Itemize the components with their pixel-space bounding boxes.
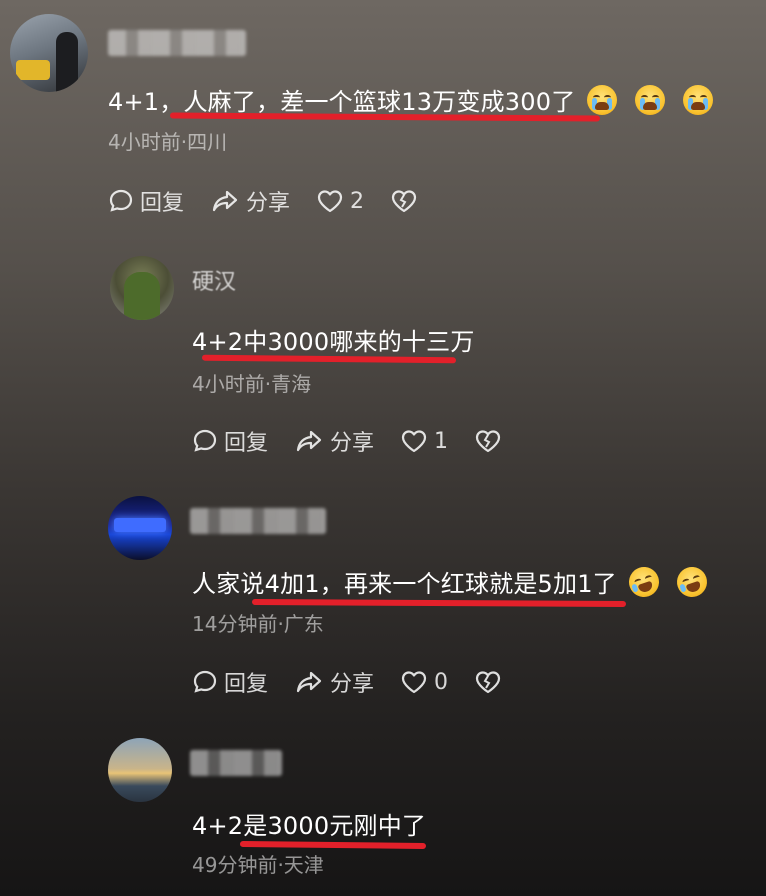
reply-button[interactable]: 回复 (192, 425, 268, 457)
like-button[interactable]: 0 (400, 669, 448, 695)
comment-meta: 4小时前·青海 (192, 372, 312, 396)
comment-text: 人家说4加1，再来一个红球就是5加1了 (192, 563, 711, 601)
like-count: 2 (350, 188, 365, 214)
username-blurred[interactable]: 硬汉 (192, 268, 248, 295)
avatar[interactable] (10, 14, 88, 92)
avatar-person (56, 32, 78, 92)
crying-emoji-icon (635, 85, 666, 115)
share-button[interactable]: 分享 (294, 666, 374, 698)
share-arrow-icon (212, 190, 238, 212)
broken-heart-icon (475, 430, 501, 453)
share-arrow-icon (296, 671, 322, 693)
heart-icon (317, 190, 343, 213)
reply-button[interactable]: 回复 (108, 185, 184, 217)
like-button[interactable]: 2 (316, 188, 364, 214)
comment-actions: 回复 分享 0 (192, 667, 534, 697)
red-underline (251, 599, 627, 607)
like-count: 1 (434, 428, 449, 454)
dislike-button[interactable] (474, 669, 508, 695)
crying-emoji-icon (683, 85, 714, 115)
red-underline (239, 841, 427, 849)
avatar[interactable] (108, 738, 172, 802)
share-button[interactable]: 分享 (210, 185, 290, 217)
reply-button[interactable]: 回复 (192, 666, 268, 698)
comment-actions: 回复 分享 1 (192, 426, 534, 456)
avatar-figure (124, 272, 160, 320)
red-underline (201, 354, 457, 364)
comment-text-body: 人家说4加1，再来一个红球就是5加1了 (192, 570, 617, 598)
heart-icon (401, 671, 427, 694)
share-arrow-icon (296, 430, 322, 452)
comment-text: 4+2是3000元刚中了 (192, 812, 427, 840)
share-label: 分享 (330, 431, 375, 456)
reply-label: 回复 (140, 191, 185, 216)
comment-actions: 回复 分享 2 (108, 186, 450, 216)
reply-label: 回复 (224, 672, 269, 697)
username-blurred[interactable] (190, 750, 282, 776)
comment-bubble-icon (193, 670, 217, 693)
laughing-emoji-icon (624, 563, 663, 601)
like-button[interactable]: 1 (400, 428, 448, 454)
share-label: 分享 (330, 672, 375, 697)
broken-heart-icon (391, 190, 417, 213)
broken-heart-icon (475, 671, 501, 694)
avatar-lights (114, 518, 166, 532)
comment-bubble-icon (109, 189, 133, 212)
dislike-button[interactable] (474, 428, 508, 454)
username-partial: 硬汉 (192, 270, 237, 295)
comment-text: 4+2中3000哪来的十三万 (192, 328, 475, 356)
username-blurred[interactable] (190, 508, 326, 534)
share-label: 分享 (246, 191, 291, 216)
share-button[interactable]: 分享 (294, 425, 374, 457)
avatar[interactable] (108, 496, 172, 560)
heart-icon (401, 430, 427, 453)
dislike-button[interactable] (390, 188, 424, 214)
avatar-taxi (16, 60, 50, 80)
reply-label: 回复 (224, 431, 269, 456)
avatar[interactable] (110, 256, 174, 320)
laughing-emoji-icon (672, 563, 711, 601)
comment-meta: 4小时前·四川 (108, 130, 228, 154)
comment-meta: 49分钟前·天津 (192, 853, 324, 877)
crying-emoji-icon (587, 85, 618, 115)
username-blurred[interactable] (108, 30, 246, 56)
comment-bubble-icon (193, 429, 217, 452)
comment-meta: 14分钟前·广东 (192, 612, 324, 636)
like-count: 0 (434, 669, 449, 695)
